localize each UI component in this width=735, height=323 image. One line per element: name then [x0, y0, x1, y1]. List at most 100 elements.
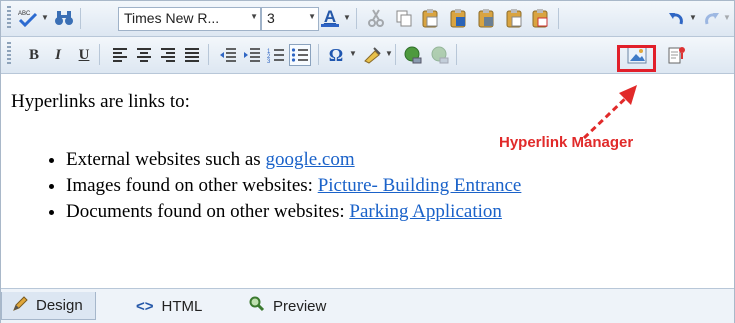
- numbered-list-icon: 123: [267, 49, 284, 63]
- svg-text:3: 3: [267, 59, 271, 63]
- format-stripper-dropdown-caret[interactable]: ▼: [385, 49, 393, 58]
- tab-label: HTML: [161, 297, 203, 315]
- scissors-icon: [368, 9, 384, 27]
- redo-button[interactable]: [701, 7, 723, 29]
- undo-button[interactable]: [665, 7, 687, 29]
- document-pin-icon: [668, 47, 685, 64]
- document-manager-button[interactable]: [666, 44, 688, 66]
- clipboard-html-icon: [506, 9, 522, 28]
- remove-link-button[interactable]: [429, 44, 451, 66]
- toolbar-grip[interactable]: [7, 6, 11, 30]
- eraser-brush-icon: [364, 47, 381, 64]
- separator: [395, 44, 396, 65]
- redo-icon: [705, 13, 719, 25]
- clipboard-plain-icon: [478, 9, 494, 28]
- rich-text-editor: ABC ▼ Times New R... ▼ 3 ▼ A ▼ ▼ ▼ B I U…: [0, 0, 735, 323]
- align-right-button[interactable]: [157, 44, 179, 66]
- underline-button[interactable]: U: [73, 44, 95, 66]
- list-item-text: Images found on other websites:: [66, 175, 318, 196]
- italic-button[interactable]: I: [47, 44, 69, 66]
- tab-label: Design: [36, 297, 83, 314]
- indent-icon: [244, 48, 260, 62]
- editor-mode-tabs: Design <> HTML Preview: [1, 288, 734, 323]
- separator: [456, 44, 457, 65]
- svg-text:ABC: ABC: [18, 11, 31, 17]
- bold-button[interactable]: B: [23, 44, 45, 66]
- spellcheck-dropdown-caret[interactable]: ▼: [41, 13, 49, 22]
- justify-icon: [185, 48, 199, 62]
- list-item: External websites such as google.com: [66, 147, 521, 173]
- outdent-button[interactable]: [217, 44, 239, 66]
- spellcheck-icon: ABC: [18, 11, 38, 28]
- format-stripper-button[interactable]: [361, 44, 383, 66]
- outdent-icon: [220, 48, 236, 62]
- clipboard-word-icon: [450, 9, 466, 28]
- align-left-icon: [113, 48, 127, 62]
- font-color-button[interactable]: A: [319, 7, 341, 29]
- paste-options-button[interactable]: [529, 7, 551, 29]
- tab-design[interactable]: Design: [1, 292, 96, 320]
- chevron-down-icon: ▼: [250, 12, 258, 21]
- cut-button[interactable]: [365, 7, 387, 29]
- toolbar-grip[interactable]: [7, 42, 11, 66]
- separator: [318, 44, 319, 65]
- chevron-down-icon: ▼: [308, 12, 316, 21]
- font-color-icon: A: [323, 6, 337, 26]
- font-name-select[interactable]: Times New R... ▼: [118, 7, 261, 31]
- globe-link-icon: [404, 46, 422, 64]
- font-color-dropdown-caret[interactable]: ▼: [343, 13, 351, 22]
- font-name-value: Times New R...: [124, 10, 220, 26]
- undo-icon: [669, 13, 683, 25]
- insert-link-button[interactable]: [402, 44, 424, 66]
- bulleted-list-icon: [291, 48, 308, 62]
- numbered-list-button[interactable]: 123: [265, 44, 287, 66]
- clipboard-icon: [422, 9, 438, 28]
- indent-button[interactable]: [241, 44, 263, 66]
- font-color-swatch: [321, 23, 339, 27]
- list-item: Documents found on other websites: Parki…: [66, 199, 521, 225]
- insert-symbol-button[interactable]: Ω: [325, 44, 347, 66]
- hyperlink[interactable]: Picture- Building Entrance: [318, 175, 522, 196]
- copy-button[interactable]: [393, 7, 415, 29]
- globe-unlink-icon: [431, 46, 449, 64]
- font-size-select[interactable]: 3 ▼: [261, 7, 319, 31]
- align-left-button[interactable]: [109, 44, 131, 66]
- separator: [80, 8, 81, 29]
- tab-preview[interactable]: Preview: [249, 292, 326, 320]
- align-center-icon: [137, 48, 151, 62]
- clipboard-options-icon: [532, 9, 548, 28]
- paste-as-html-button[interactable]: [503, 7, 525, 29]
- hyperlink[interactable]: google.com: [265, 149, 354, 170]
- bulleted-list-button[interactable]: [289, 44, 311, 66]
- code-icon: <>: [136, 297, 154, 315]
- tab-label: Preview: [273, 297, 327, 315]
- hyperlink-list: External websites such as google.com Ima…: [9, 147, 521, 225]
- spellcheck-button[interactable]: ABC: [17, 7, 39, 29]
- paste-button[interactable]: [419, 7, 441, 29]
- binoculars-icon: [55, 11, 73, 25]
- paste-plain-text-button[interactable]: [475, 7, 497, 29]
- separator: [208, 44, 209, 65]
- annotation-arrow: [582, 85, 637, 140]
- symbol-dropdown-caret[interactable]: ▼: [349, 49, 357, 58]
- magnifier-icon: [249, 296, 265, 316]
- hyperlink[interactable]: Parking Application: [349, 201, 502, 222]
- tab-html[interactable]: <> HTML: [136, 292, 202, 320]
- undo-dropdown-caret[interactable]: ▼: [689, 13, 697, 22]
- font-size-value: 3: [267, 10, 275, 26]
- justify-button[interactable]: [181, 44, 203, 66]
- align-right-icon: [161, 48, 175, 62]
- list-item-text: External websites such as: [66, 149, 266, 170]
- separator: [558, 8, 559, 29]
- redo-dropdown-caret[interactable]: ▼: [723, 13, 731, 22]
- list-item: Images found on other websites: Picture-…: [66, 173, 521, 199]
- paste-from-word-button[interactable]: [447, 7, 469, 29]
- separator: [356, 8, 357, 29]
- copy-icon: [396, 10, 412, 27]
- separator: [99, 44, 100, 65]
- pencil-icon: [12, 295, 28, 316]
- find-replace-button[interactable]: [53, 7, 75, 29]
- intro-text: Hyperlinks are links to:: [11, 91, 190, 112]
- hyperlink-manager-highlight: [617, 45, 656, 72]
- align-center-button[interactable]: [133, 44, 155, 66]
